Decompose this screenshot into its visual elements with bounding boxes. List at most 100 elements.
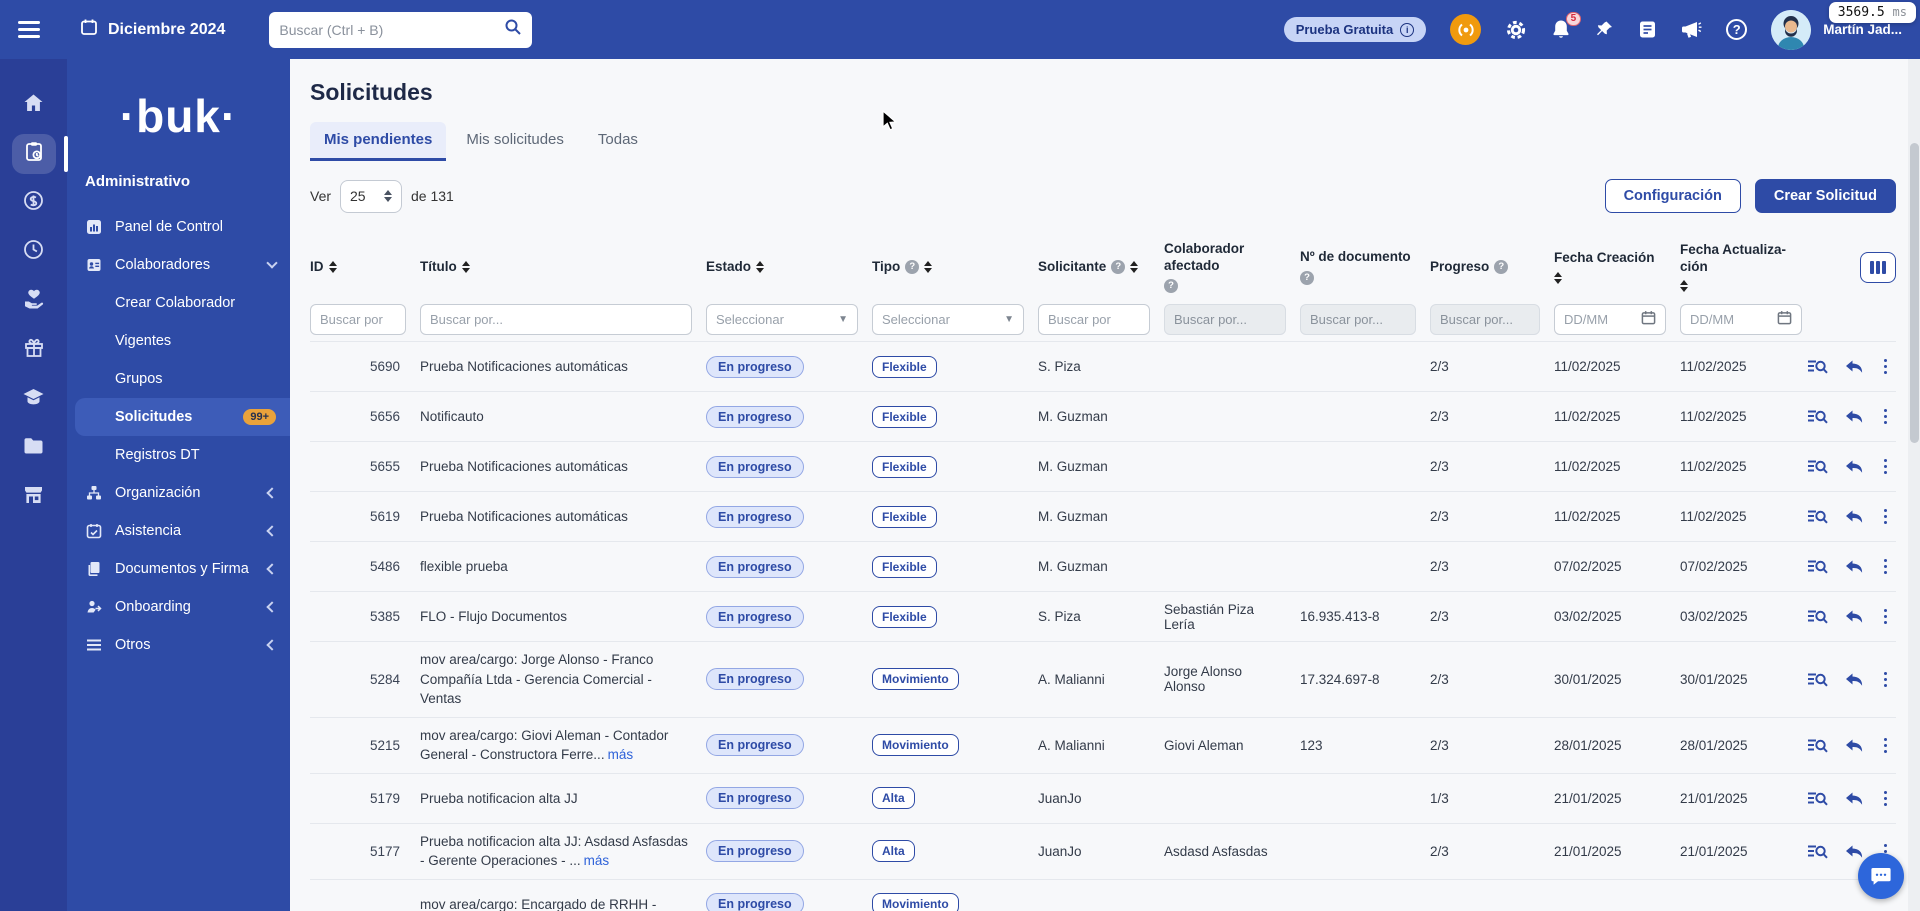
pin-icon[interactable]	[1595, 20, 1614, 39]
forms-icon[interactable]	[1638, 20, 1657, 39]
sort-icon[interactable]	[1130, 261, 1139, 273]
settings-gear-icon[interactable]	[1505, 19, 1527, 41]
table-row[interactable]: 5656 Notificauto En progreso Flexible M.…	[310, 391, 1896, 441]
kebab-menu-icon[interactable]	[1881, 790, 1891, 807]
kebab-menu-icon[interactable]	[1881, 608, 1891, 625]
trial-badge[interactable]: Prueba Gratuita i	[1283, 17, 1427, 42]
reply-arrow-icon[interactable]	[1845, 843, 1864, 860]
kebab-menu-icon[interactable]	[1881, 358, 1891, 375]
search-input[interactable]	[279, 21, 505, 38]
column-header[interactable]: Fecha Creación	[1554, 250, 1666, 284]
rail-item-time[interactable]	[12, 232, 56, 272]
kebab-menu-icon[interactable]	[1881, 558, 1891, 575]
reply-arrow-icon[interactable]	[1845, 458, 1864, 475]
rail-item-gift[interactable]	[12, 330, 56, 370]
table-row[interactable]: 5179 Prueba notificacion alta JJ En prog…	[310, 772, 1896, 823]
filter-select[interactable]: Seleccionar ▼	[706, 303, 858, 335]
sidebar-item-vigentes[interactable]: Vigentes	[67, 322, 290, 360]
sidebar-item-panel-de-control[interactable]: Panel de Control	[67, 208, 290, 246]
sort-icon[interactable]	[924, 261, 933, 273]
rail-item-home[interactable]	[12, 85, 56, 125]
kebab-menu-icon[interactable]	[1881, 671, 1891, 688]
view-detail-icon[interactable]	[1807, 458, 1828, 475]
column-header[interactable]: Tipo ?	[872, 259, 1024, 276]
column-header[interactable]: Título	[420, 259, 692, 276]
rail-item-remuneration[interactable]	[12, 183, 56, 223]
view-detail-icon[interactable]	[1807, 671, 1828, 688]
sort-icon[interactable]	[1680, 280, 1688, 293]
scrollbar-thumb[interactable]	[1909, 143, 1919, 443]
sidebar-item-asistencia[interactable]: Asistencia	[67, 512, 290, 550]
column-header[interactable]: Progreso ?	[1430, 259, 1540, 276]
reply-arrow-icon[interactable]	[1845, 508, 1864, 525]
reply-arrow-icon[interactable]	[1845, 671, 1864, 688]
tab-mis-pendientes[interactable]: Mis pendientes	[310, 122, 447, 161]
reply-arrow-icon[interactable]	[1845, 558, 1864, 575]
kebab-menu-icon[interactable]	[1881, 458, 1891, 475]
more-link[interactable]: más	[584, 853, 610, 868]
view-detail-icon[interactable]	[1807, 843, 1828, 860]
rail-item-administrative[interactable]	[11, 134, 68, 174]
create-request-button[interactable]: Crear Solicitud	[1754, 179, 1896, 213]
reply-arrow-icon[interactable]	[1845, 408, 1864, 425]
sidebar-item-grupos[interactable]: Grupos	[67, 360, 290, 398]
sidebar-item-onboarding[interactable]: Onboarding	[67, 588, 290, 626]
column-help-icon[interactable]: ?	[1111, 260, 1126, 274]
more-link[interactable]: más	[608, 747, 634, 762]
tab-todas[interactable]: Todas	[584, 122, 652, 161]
reply-arrow-icon[interactable]	[1845, 790, 1864, 807]
table-row[interactable]: 5690 Prueba Notificaciones automáticas E…	[310, 341, 1896, 391]
column-header[interactable]: ID	[310, 259, 406, 276]
user-name[interactable]: Martín Jad...	[1823, 22, 1902, 37]
column-header[interactable]: Solicitante ?	[1038, 259, 1150, 276]
rail-item-benefits[interactable]	[12, 281, 56, 321]
search-icon[interactable]	[504, 18, 522, 41]
sort-icon[interactable]	[756, 261, 765, 273]
filter-input[interactable]	[420, 303, 692, 335]
notifications-bell-icon[interactable]: 5	[1551, 12, 1582, 40]
filter-date-input[interactable]: DD/MM	[1680, 303, 1802, 335]
sidebar-item-otros[interactable]: Otros	[67, 626, 290, 664]
filter-input[interactable]	[1038, 303, 1150, 335]
avatar[interactable]	[1771, 9, 1812, 50]
view-detail-icon[interactable]	[1807, 608, 1828, 625]
sidebar-item-organizacion[interactable]: Organización	[67, 474, 290, 512]
rail-item-files[interactable]	[12, 428, 56, 468]
filter-input[interactable]	[310, 303, 406, 335]
view-detail-icon[interactable]	[1807, 358, 1828, 375]
column-header[interactable]: Estado	[706, 259, 858, 276]
table-row[interactable]: mov area/cargo: Encargado de RRHH - En p…	[310, 878, 1896, 911]
rail-item-marketplace[interactable]	[12, 477, 56, 517]
filter-select[interactable]: Seleccionar ▼	[872, 303, 1024, 335]
view-detail-icon[interactable]	[1807, 737, 1828, 754]
column-picker-button[interactable]	[1860, 251, 1896, 283]
sidebar-item-solicitudes[interactable]: Solicitudes 99+	[75, 398, 290, 436]
rail-item-training[interactable]	[12, 379, 56, 419]
reply-arrow-icon[interactable]	[1845, 608, 1864, 625]
column-help-icon[interactable]: ?	[1300, 270, 1314, 285]
vertical-scrollbar[interactable]	[1908, 59, 1920, 911]
configuration-button[interactable]: Configuración	[1604, 179, 1741, 213]
view-detail-icon[interactable]	[1807, 790, 1828, 807]
kebab-menu-icon[interactable]	[1881, 737, 1891, 753]
view-detail-icon[interactable]	[1807, 408, 1828, 425]
column-help-icon[interactable]: ?	[905, 260, 920, 274]
kebab-menu-icon[interactable]	[1881, 408, 1891, 425]
sidebar-item-colaboradores[interactable]: Colaboradores	[67, 246, 290, 284]
filter-date-input[interactable]: DD/MM	[1554, 303, 1666, 335]
column-header[interactable]: Nº de documento ?	[1300, 249, 1416, 285]
sidebar-item-documentos-y-firma[interactable]: Documentos y Firma	[67, 550, 290, 588]
hamburger-menu-icon[interactable]	[18, 21, 40, 38]
column-help-icon[interactable]: ?	[1494, 260, 1509, 274]
table-row[interactable]: 5215 mov area/cargo: Giovi Aleman - Cont…	[310, 716, 1896, 773]
announcements-megaphone-icon[interactable]	[1681, 20, 1702, 39]
chat-fab-button[interactable]	[1858, 853, 1904, 899]
reply-arrow-icon[interactable]	[1845, 358, 1864, 375]
sort-icon[interactable]	[461, 261, 470, 273]
table-row[interactable]: 5655 Prueba Notificaciones automáticas E…	[310, 441, 1896, 491]
table-row[interactable]: 5385 FLO - Flujo Documentos En progreso …	[310, 591, 1896, 641]
tab-mis-solicitudes[interactable]: Mis solicitudes	[452, 122, 578, 161]
assistant-icon[interactable]	[1450, 14, 1482, 45]
column-help-icon[interactable]: ?	[1164, 279, 1178, 294]
sort-icon[interactable]	[328, 261, 337, 273]
